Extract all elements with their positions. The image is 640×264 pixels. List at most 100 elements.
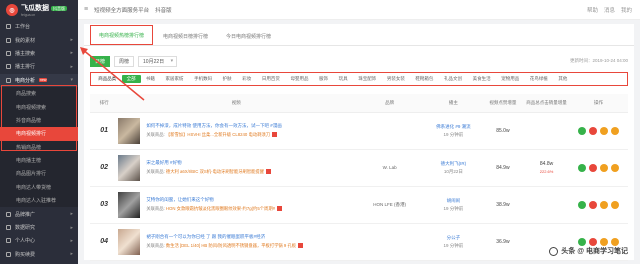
sidebar-subitem-5[interactable]: 电商播主榜: [0, 153, 78, 168]
category-option[interactable]: 花鸟绿植: [525, 76, 554, 82]
category-option[interactable]: 手机数码: [189, 76, 218, 82]
top-account[interactable]: 我的: [621, 6, 632, 14]
video-thumbnail[interactable]: [118, 191, 141, 218]
play-icon[interactable]: [577, 200, 586, 209]
blogger-name[interactable]: 德大利飞(IR): [425, 161, 482, 167]
category-option[interactable]: 日用百货: [257, 76, 286, 82]
brand-icon: [6, 211, 11, 217]
brand-name: 飞瓜数据: [21, 5, 49, 12]
ranking-panel: 电商视频热榜排行榜 电商视频日榜排行榜 今日电商视频排行榜 日榜 周榜 10月2…: [84, 24, 634, 261]
table-row[interactable]: 02 宋之最好用 #好物 关联商品: 德大利 a6X/I/BIC 双S机-电动牙刷智…: [90, 149, 628, 187]
sidebar-subitem-1[interactable]: 电商视频搜索: [0, 100, 78, 114]
menu-icon[interactable]: ≡: [84, 6, 88, 13]
table-row[interactable]: 01 如何不掉漆，成片特效 使用方法，你会有一效方法，试一下吧 #漫画 关联商品: …: [90, 112, 628, 150]
more-icon[interactable]: [610, 237, 619, 246]
sidebar-item-3[interactable]: 购买续费 ▸: [0, 248, 78, 261]
product-link[interactable]: 【新雪加】HSVHI 丝柔...全新升级 CL8240 电动剃须刀: [166, 132, 270, 137]
category-option[interactable]: 玩具: [333, 76, 353, 82]
brand-cell: [354, 112, 426, 150]
video-title[interactable]: 如何不掉漆，成片特效 使用方法，你会有一效方法，试一下吧 #漫画: [146, 123, 354, 129]
date-select[interactable]: 10月22日: [138, 55, 178, 67]
brand-cell: W. Lab: [354, 149, 426, 187]
category-option[interactable]: 鞋靴箱包: [410, 76, 439, 82]
play-icon[interactable]: [577, 237, 586, 246]
sidebar-item-2[interactable]: 个人中心 ▸: [0, 234, 78, 247]
play-icon[interactable]: [577, 126, 586, 135]
top-nav-douyin[interactable]: 抖音版: [155, 6, 172, 14]
category-option[interactable]: 其他: [553, 76, 573, 82]
category-option[interactable]: 全部: [121, 75, 141, 83]
product-label: 关联商品:: [146, 169, 165, 174]
video-title[interactable]: 宋之最好用 #好物: [146, 160, 354, 166]
category-option[interactable]: 家居家纺: [160, 76, 189, 82]
video-title[interactable]: 裙子刚合有一个可以为你已经 了 跟 我的催眠蛋糕平板#经济: [146, 234, 354, 240]
sidebar-subitem-6[interactable]: 商品图片排行: [0, 167, 78, 181]
top-help[interactable]: 帮助: [587, 6, 598, 14]
detail-icon[interactable]: [599, 237, 608, 246]
tab-hot-list[interactable]: 电商视频热榜排行榜: [90, 25, 154, 45]
more-icon[interactable]: [610, 200, 619, 209]
main-content: 电商视频热榜排行榜 电商视频日榜排行榜 今日电商视频排行榜 日榜 周榜 10月2…: [78, 20, 640, 264]
blogger-name[interactable]: 胡闹闹: [425, 198, 482, 204]
play-icon[interactable]: [577, 163, 586, 172]
product-label: 关联商品:: [146, 243, 165, 248]
favorite-icon[interactable]: [588, 126, 597, 135]
table-row[interactable]: 03 艾特你的闺蜜，让她们来这个好物 关联商品: HON 女款眼霜抗皱淡化黑眼圈眼纹…: [90, 186, 628, 224]
sidebar-item-3[interactable]: 播主排行 ▸: [0, 60, 78, 73]
sidebar-item-0[interactable]: 工作台: [0, 20, 78, 33]
more-icon[interactable]: [610, 163, 619, 172]
product-link[interactable]: 数生活 [DEL 1/40] HB 防风/防风透明不锈钢盘器，平板打学锅 9 孔…: [166, 243, 296, 248]
brand-logo[interactable]: ◎ 飞瓜数据 抖音版 feigua.cn: [0, 0, 78, 20]
day-button[interactable]: 日榜: [90, 55, 111, 67]
category-option[interactable]: 宠物用品: [496, 76, 525, 82]
blogger-name[interactable]: 佛系进化 #9 潮流: [425, 124, 482, 130]
table-row[interactable]: 04 裙子刚合有一个可以为你已经 了 跟 我的催眠蛋糕平板#经济 关联商品: 数生活…: [90, 223, 628, 261]
category-option[interactable]: 服饰: [314, 76, 334, 82]
video-thumbnail[interactable]: [118, 117, 141, 144]
video-thumbnail[interactable]: [118, 228, 141, 255]
likes-cell: 38.9w: [481, 186, 525, 224]
tag-icon: [298, 243, 304, 249]
product-link[interactable]: HON 女款眼霜抗皱淡化黑眼圈眼纹效果-约7g(约5个周期#: [166, 206, 275, 211]
rank-number: 03: [90, 186, 119, 224]
chevron-icon: ▸: [70, 37, 73, 44]
sidebar-item-1[interactable]: 数据研究 ▸: [0, 221, 78, 234]
favorite-icon[interactable]: [588, 163, 597, 172]
category-option[interactable]: 母婴用品: [285, 76, 314, 82]
detail-icon[interactable]: [599, 163, 608, 172]
category-option[interactable]: 护肤: [217, 76, 237, 82]
category-option[interactable]: 彩妆: [237, 76, 257, 82]
sidebar-item-1[interactable]: 我的素材 ▸: [0, 33, 78, 46]
category-option[interactable]: 书籍: [141, 76, 161, 82]
tab-today-list[interactable]: 今日电商视频排行榜: [218, 27, 279, 45]
favorite-icon[interactable]: [588, 200, 597, 209]
top-messages[interactable]: 消息: [604, 6, 615, 14]
top-nav-platform[interactable]: 短视频全方面服务平台: [94, 6, 149, 14]
sidebar-subitem-7[interactable]: 电商达人带货榜: [0, 180, 78, 195]
video-title[interactable]: 艾特你的闺蜜，让她们来这个好物: [146, 197, 354, 203]
video-ranking-table: 排行 视频 品牌 播主 视频点赞增量 商品总点击销量增量 操作 01 如何不掉漆，…: [90, 94, 628, 261]
sidebar-subitem-8[interactable]: 电商达人入驻推荐: [0, 194, 78, 208]
blogger-name[interactable]: 分公子: [425, 235, 482, 241]
more-icon[interactable]: [610, 126, 619, 135]
sidebar-subitem-2[interactable]: 抖音商品榜: [0, 113, 78, 128]
category-option[interactable]: 男装女装: [382, 76, 411, 82]
col-likes: 视频点赞增量: [481, 94, 525, 113]
category-option[interactable]: 美食生活: [467, 76, 496, 82]
sidebar-subitem-0[interactable]: 商品搜索: [0, 86, 78, 101]
detail-icon[interactable]: [599, 200, 608, 209]
sidebar-subitem-3[interactable]: 电商视频排行: [0, 127, 78, 141]
sales-cell: 84.8w 222.6%: [524, 149, 569, 187]
category-option[interactable]: 礼品文创: [439, 76, 468, 82]
sidebar-item-4[interactable]: 电商分析 new ▾: [0, 73, 78, 87]
detail-icon[interactable]: [599, 126, 608, 135]
category-option[interactable]: 珠宝配饰: [353, 76, 382, 82]
week-button[interactable]: 周榜: [114, 55, 135, 67]
sidebar-item-0[interactable]: 品牌推广 ▸: [0, 207, 78, 220]
favorite-icon[interactable]: [588, 237, 597, 246]
product-link[interactable]: 德大利 a6X/I/BIC 双S机-电动牙刷智能牙刷智能提醒: [166, 169, 264, 174]
sidebar-subitem-4[interactable]: 热销商品榜: [0, 140, 78, 154]
video-thumbnail[interactable]: [118, 154, 141, 181]
tab-daily-list[interactable]: 电商视频日榜排行榜: [155, 27, 216, 45]
sidebar-item-2[interactable]: 播主搜索 ▸: [0, 47, 78, 60]
